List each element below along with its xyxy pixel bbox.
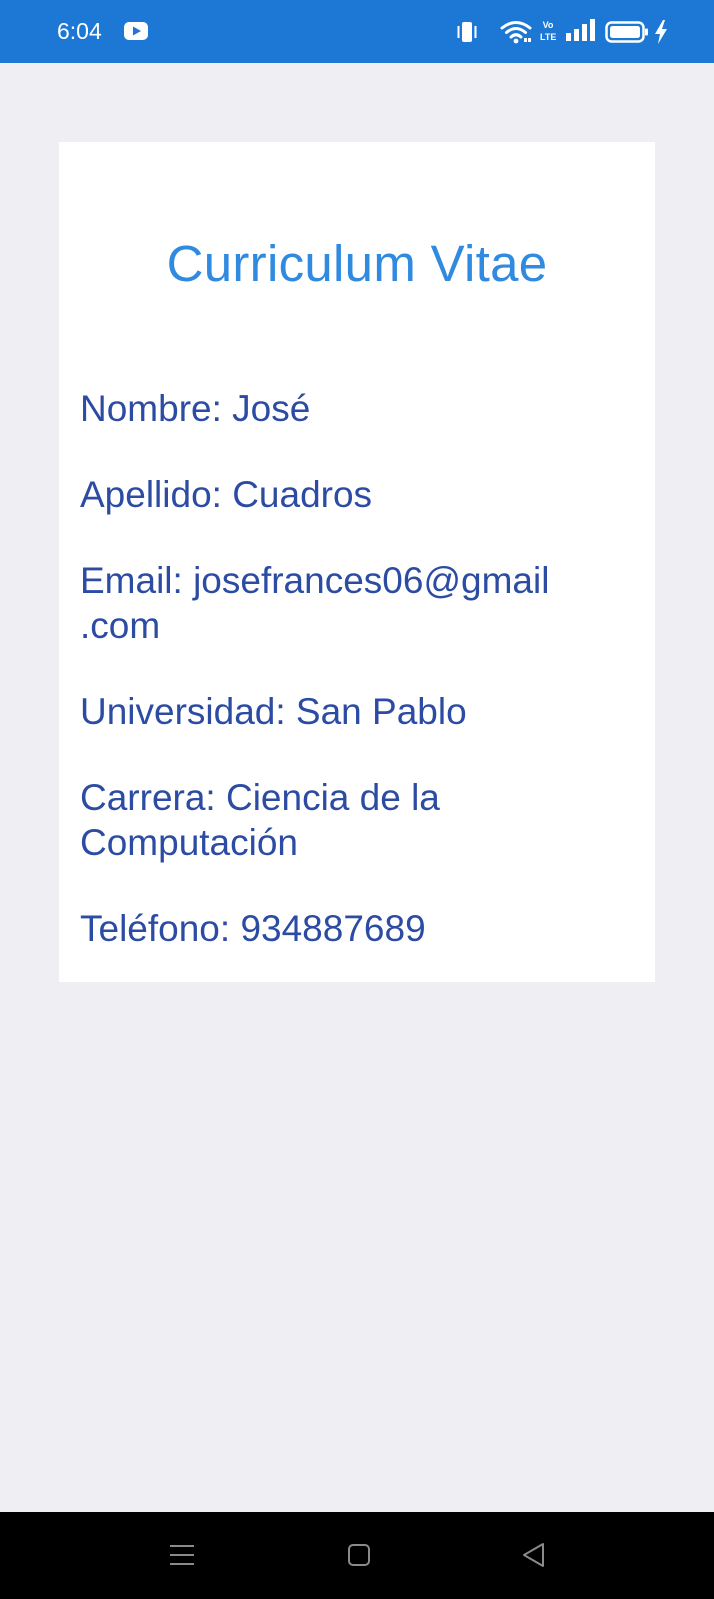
status-time: 6:04: [57, 18, 102, 44]
field-email-line1: Email: josefrances06@gmail: [80, 560, 550, 601]
navigation-bar: [0, 1512, 714, 1599]
status-bar: 6:04 Vo LTE: [0, 0, 714, 63]
cv-title: Curriculum Vitae: [166, 235, 548, 292]
signal-icon: [566, 19, 595, 41]
field-carrera-line1: Carrera: Ciencia de la: [80, 777, 440, 818]
youtube-icon: [124, 22, 148, 40]
field-email-line2: .com: [80, 605, 161, 646]
field-universidad: Universidad: San Pablo: [80, 691, 467, 732]
field-telefono: Teléfono: 934887689: [80, 908, 426, 949]
home-icon[interactable]: [347, 1543, 371, 1567]
field-apellido: Apellido: Cuadros: [80, 474, 373, 515]
field-nombre: Nombre: José: [80, 388, 311, 429]
battery-icon: [605, 21, 648, 43]
charging-icon: [655, 20, 667, 44]
back-icon[interactable]: [521, 1542, 547, 1568]
field-email: Email: josefrances06@gmail .com: [80, 558, 640, 648]
field-carrera: Carrera: Ciencia de la Computación: [80, 775, 640, 865]
main-content: Curriculum Vitae Nombre: José Apellido: …: [0, 63, 714, 1512]
field-carrera-line2: Computación: [80, 822, 299, 863]
menu-icon[interactable]: [169, 1542, 195, 1568]
wifi-icon: [500, 21, 532, 44]
volte-icon: Vo LTE: [540, 20, 557, 42]
cv-card: Curriculum Vitae Nombre: José Apellido: …: [59, 142, 655, 982]
vibrate-icon: [457, 22, 477, 42]
